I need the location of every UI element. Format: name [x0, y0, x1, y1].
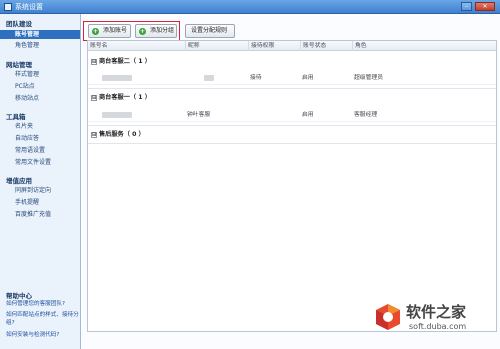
column-header-status[interactable]: 账号状态 — [300, 41, 350, 51]
help-center-title: 帮助中心 — [6, 292, 32, 300]
main-panel: + 添加账号 + 添加分组 设置分配规则 账号名 昵称 接待权限 账号状态 角色… — [82, 14, 500, 349]
cell-nickname: 钟叶客服 — [187, 112, 211, 118]
redacted-nickname — [204, 75, 214, 81]
window-titlebar: 系统设置 – ✕ — [0, 0, 500, 14]
plus-icon: + — [92, 28, 99, 35]
table-row[interactable]: 钟叶客服 启用 客服经理 — [88, 108, 496, 122]
collapse-icon[interactable]: ⊟ — [91, 132, 97, 138]
column-header-account[interactable]: 账号名 — [88, 41, 182, 51]
group-row[interactable]: ⊟ 商台客服二（ 1 ） — [88, 56, 496, 68]
sidebar-item-files[interactable]: 常用文件设置 — [0, 158, 80, 167]
redacted-account-name — [102, 112, 132, 118]
sidebar-item-mobile-site[interactable]: 移动站点 — [0, 94, 80, 103]
close-button[interactable]: ✕ — [475, 2, 495, 11]
group-divider — [88, 125, 496, 126]
sidebar-item-pc-site[interactable]: PC站点 — [0, 82, 80, 91]
cell-permission: 接待 — [250, 75, 262, 81]
add-group-button[interactable]: + 添加分组 — [135, 24, 177, 38]
sidebar-group-team: 团队建设 — [6, 20, 32, 28]
group-name: 商台客服二（ 1 ） — [99, 58, 151, 65]
table-row[interactable]: 接待 启用 超级管理员 — [88, 71, 496, 85]
help-link-team[interactable]: 如何管理您的客服团队? — [6, 300, 80, 308]
sidebar-group-website: 网站管理 — [6, 61, 32, 69]
help-link-style-match[interactable]: 如何匹配站点的样式、接待分组? — [6, 311, 80, 327]
sidebar-group-toolbox: 工具箱 — [6, 113, 26, 121]
group-divider — [88, 88, 496, 89]
app-icon — [4, 3, 12, 11]
sidebar-item-card-holder[interactable]: 名片夹 — [0, 122, 80, 131]
account-table: 账号名 昵称 接待权限 账号状态 角色 ⊟ 商台客服二（ 1 ） 接待 启用 超… — [87, 40, 497, 332]
help-link-install-code[interactable]: 如何安装与检测代码? — [6, 331, 80, 339]
group-name: 售后服务（ 0 ） — [99, 131, 145, 138]
column-header-permission[interactable]: 接待权限 — [248, 41, 298, 51]
sidebar-item-auto-reply[interactable]: 自动应答 — [0, 134, 80, 143]
watermark-name: 软件之家 — [406, 303, 467, 321]
watermark-url: soft.duba.com — [409, 322, 467, 331]
column-header-nickname[interactable]: 昵称 — [185, 41, 245, 51]
sidebar-item-account-management[interactable]: 账号管理 — [0, 30, 80, 39]
group-divider — [88, 143, 496, 144]
group-row[interactable]: ⊟ 商台客服一（ 1 ） — [88, 92, 496, 104]
sidebar-group-value-added: 增值应用 — [6, 177, 32, 185]
cell-status: 启用 — [302, 75, 314, 81]
cell-status: 启用 — [302, 112, 314, 118]
add-account-label: 添加账号 — [103, 27, 128, 34]
group-row[interactable]: ⊟ 售后服务（ 0 ） — [88, 129, 496, 141]
sidebar: 团队建设 账号管理 角色管理 网站管理 样式管理 PC站点 移动站点 工具箱 名… — [0, 14, 81, 349]
sidebar-item-screen-direct[interactable]: 同屏到访定向 — [0, 186, 80, 195]
sidebar-item-style-management[interactable]: 样式管理 — [0, 70, 80, 79]
plus-icon: + — [139, 28, 146, 35]
assign-rules-label: 设置分配规则 — [191, 27, 228, 34]
minimize-button[interactable]: – — [461, 2, 472, 11]
add-account-button[interactable]: + 添加账号 — [88, 24, 131, 38]
add-group-label: 添加分组 — [150, 27, 175, 34]
collapse-icon[interactable]: ⊟ — [91, 59, 97, 65]
collapse-icon[interactable]: ⊟ — [91, 95, 97, 101]
sidebar-item-phrases[interactable]: 常用语设置 — [0, 146, 80, 155]
watermark-logo-icon — [376, 304, 400, 330]
column-header-role[interactable]: 角色 — [352, 41, 492, 51]
sidebar-item-mobile-alert[interactable]: 手机提醒 — [0, 198, 80, 207]
group-name: 商台客服一（ 1 ） — [99, 94, 151, 101]
watermark: 软件之家 soft.duba.com — [373, 300, 498, 345]
sidebar-item-baidu-recharge[interactable]: 百度推广充值 — [0, 210, 80, 219]
redacted-account-name — [102, 75, 132, 81]
table-header: 账号名 昵称 接待权限 账号状态 角色 — [88, 41, 496, 51]
cell-role: 客服经理 — [354, 112, 378, 118]
cell-role: 超级管理员 — [354, 75, 383, 81]
sidebar-item-role-management[interactable]: 角色管理 — [0, 41, 80, 50]
assign-rules-button[interactable]: 设置分配规则 — [185, 24, 235, 38]
window-title: 系统设置 — [15, 3, 43, 11]
